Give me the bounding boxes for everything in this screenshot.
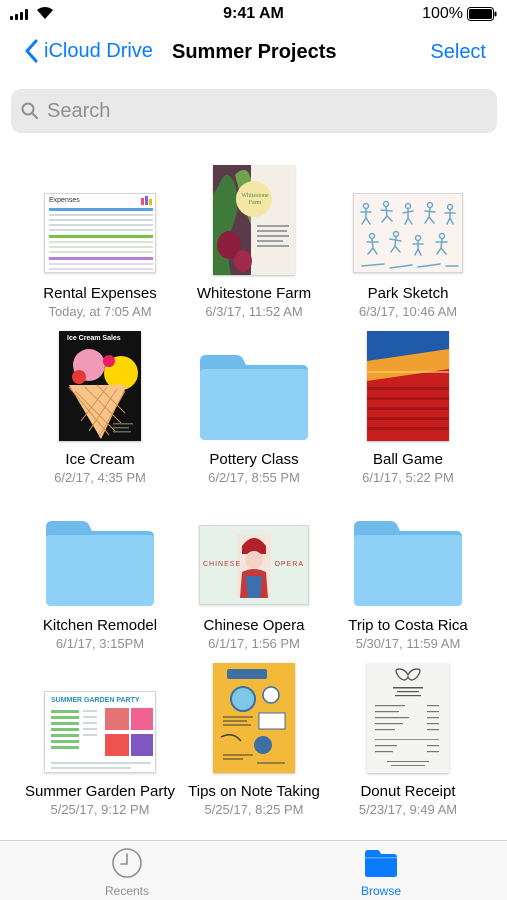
navigation-bar: iCloud Drive Summer Projects Select [0, 30, 507, 76]
thumbnail-title: CHINESE [203, 561, 242, 568]
file-item-kitchen-remodel[interactable]: Kitchen Remodel 6/1/17, 3:15PM [16, 497, 184, 651]
file-thumbnail [324, 663, 492, 773]
file-thumbnail [324, 165, 492, 275]
file-thumbnail [170, 331, 338, 441]
file-item-park-sketch[interactable]: Park Sketch 6/3/17, 10:46 AM [324, 165, 492, 319]
battery-percentage: 100% [422, 5, 463, 22]
file-date: 6/3/17, 11:52 AM [205, 304, 303, 319]
file-date: 6/1/17, 3:15PM [55, 636, 145, 651]
tab-label: Browse [360, 884, 401, 898]
file-name: Chinese Opera [203, 617, 305, 634]
search-bar[interactable] [11, 89, 497, 133]
file-name: Ice Cream [65, 451, 135, 468]
tab-browse[interactable]: Browse [331, 847, 431, 898]
file-date: 6/2/17, 4:35 PM [54, 470, 146, 485]
status-bar: 9:41 AM 100% [0, 0, 507, 28]
file-item-tips-on-note-taking[interactable]: Tips on Note Taking 5/25/17, 8:25 PM [170, 663, 338, 817]
tab-label: Recents [104, 884, 150, 898]
file-thumbnail: Whitestone Farm [170, 165, 338, 275]
back-button[interactable]: iCloud Drive [24, 39, 153, 63]
file-name: Tips on Note Taking [188, 783, 320, 800]
file-name: Trip to Costa Rica [348, 617, 468, 634]
file-date: 6/1/17, 5:22 PM [362, 470, 454, 485]
file-thumbnail [324, 497, 492, 607]
file-thumbnail [324, 331, 492, 441]
file-item-pottery-class[interactable]: Pottery Class 6/2/17, 8:55 PM [170, 331, 338, 485]
file-thumbnail [16, 497, 184, 607]
file-item-ice-cream[interactable]: Ice Cream Sales Ice Cream 6/2/17, 4:35 P… [16, 331, 184, 485]
file-item-summer-garden-party[interactable]: SUMMER GARDEN PARTY Summer Garden Party … [16, 663, 184, 817]
file-item-donut-receipt[interactable]: Donut Receipt 5/23/17, 9:49 AM [324, 663, 492, 817]
file-thumbnail: Ice Cream Sales [16, 331, 184, 441]
file-date: Today, at 7:05 AM [48, 304, 152, 319]
tab-recents[interactable]: Recents [77, 847, 177, 898]
clock-icon [112, 848, 142, 878]
battery-icon [467, 7, 497, 21]
file-date: 6/2/17, 8:55 PM [208, 470, 300, 485]
file-name: Rental Expenses [43, 285, 157, 302]
file-date: 5/30/17, 11:59 AM [355, 636, 461, 651]
file-thumbnail: SUMMER GARDEN PARTY [16, 663, 184, 773]
tab-bar: Recents Browse [0, 840, 507, 900]
file-date: 5/25/17, 8:25 PM [204, 802, 304, 817]
folder-icon [365, 850, 397, 877]
file-name: Pottery Class [209, 451, 299, 468]
file-date: 6/1/17, 1:56 PM [208, 636, 300, 651]
file-thumbnail [170, 663, 338, 773]
folder-icon [46, 521, 154, 606]
search-input[interactable] [47, 99, 467, 123]
file-date: 6/3/17, 10:46 AM [358, 304, 458, 319]
file-date: 5/23/17, 9:49 AM [358, 802, 458, 817]
file-item-trip-to-costa-rica[interactable]: Trip to Costa Rica 5/30/17, 11:59 AM [324, 497, 492, 651]
file-thumbnail: CHINESE OPERA [170, 497, 338, 607]
file-item-chinese-opera[interactable]: CHINESE OPERA Chinese Opera 6/1/17, 1:56… [170, 497, 338, 651]
file-name: Donut Receipt [360, 783, 456, 800]
file-thumbnail: Expenses [16, 165, 184, 275]
file-item-rental-expenses[interactable]: Expenses Rental Expenses Today, at 7:05 … [16, 165, 184, 319]
file-name: Whitestone Farm [196, 285, 312, 302]
file-name: Ball Game [372, 451, 444, 468]
back-button-label: iCloud Drive [44, 39, 153, 62]
file-name: Kitchen Remodel [42, 617, 158, 634]
thumbnail-title: Whitestone Farm [241, 193, 269, 206]
page-title: Summer Projects [172, 41, 337, 63]
file-name: Summer Garden Party [24, 783, 176, 800]
file-item-whitestone-farm[interactable]: Whitestone Farm Whitestone Farm 6/3/17, … [170, 165, 338, 319]
file-date: 5/25/17, 9:12 PM [50, 802, 150, 817]
file-item-ball-game[interactable]: Ball Game 6/1/17, 5:22 PM [324, 331, 492, 485]
search-icon [21, 102, 39, 120]
file-name: Park Sketch [367, 285, 449, 302]
folder-icon [354, 521, 462, 606]
thumbnail-subtitle: OPERA [274, 561, 304, 568]
chevron-left-icon [25, 39, 38, 63]
folder-icon [200, 355, 308, 440]
select-button[interactable]: Select [430, 41, 486, 64]
